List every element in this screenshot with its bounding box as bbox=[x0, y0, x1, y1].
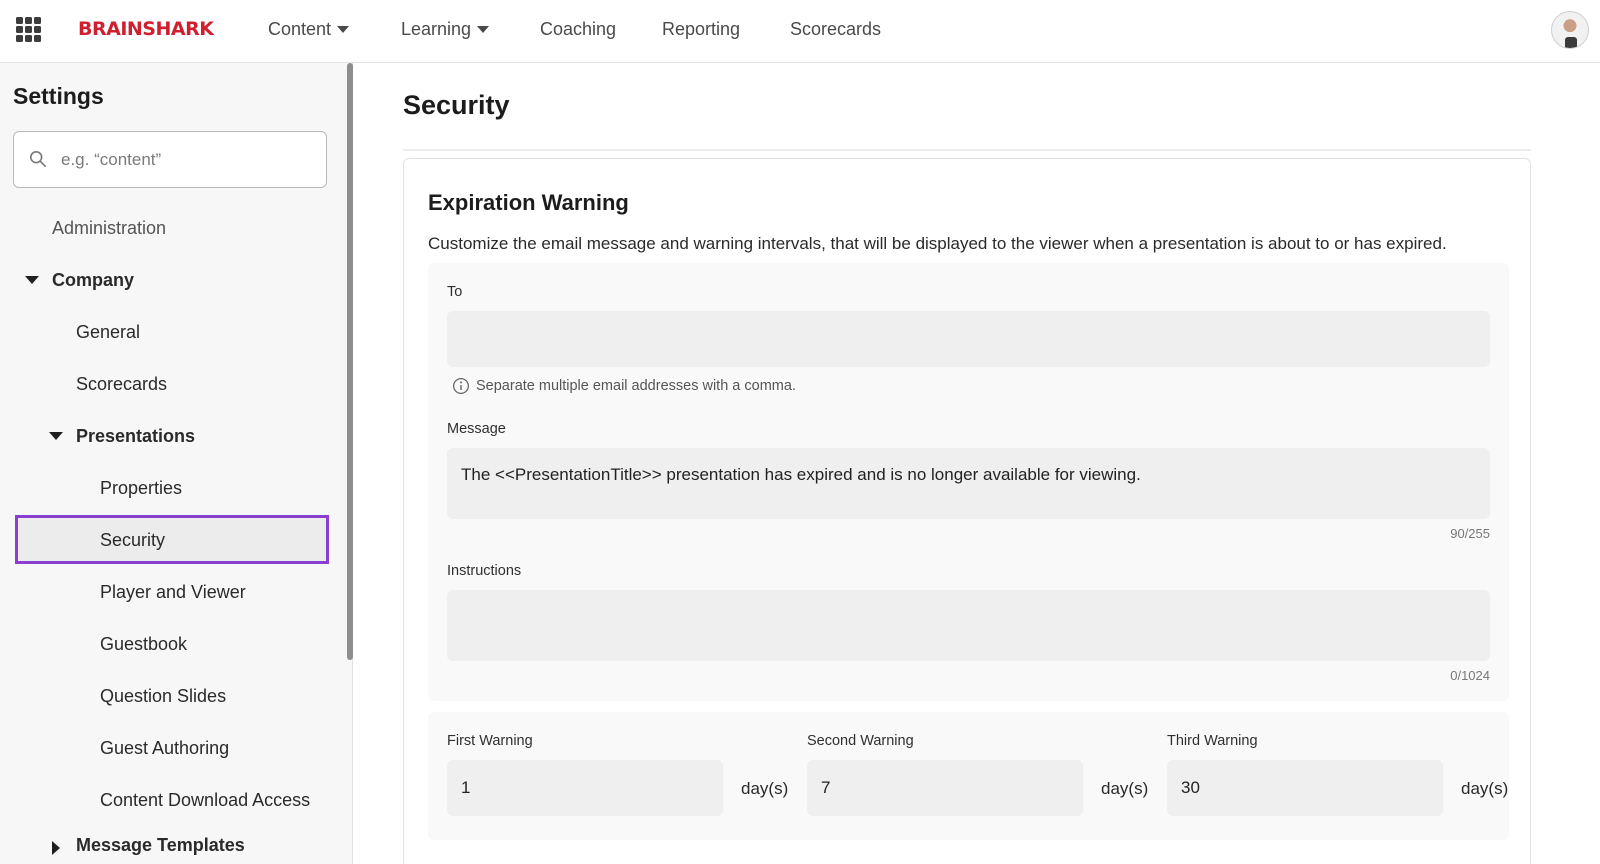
sidebar-item-guestbook[interactable]: Guestbook bbox=[100, 634, 187, 655]
search-input[interactable] bbox=[61, 148, 311, 172]
nav-content[interactable]: Content bbox=[268, 19, 350, 40]
nav-coaching[interactable]: Coaching bbox=[540, 19, 616, 40]
nav-learning-label: Learning bbox=[401, 19, 472, 39]
third-warning-label: Third Warning bbox=[1167, 733, 1258, 749]
chevron-down-icon bbox=[477, 26, 490, 33]
message-counter: 90/255 bbox=[1450, 526, 1490, 541]
to-hint: Separate multiple email addresses with a… bbox=[452, 377, 796, 395]
settings-sidebar: Settings Administration Company General … bbox=[0, 63, 353, 864]
third-warning-input[interactable] bbox=[1167, 760, 1443, 816]
instructions-field[interactable] bbox=[447, 590, 1490, 661]
nav-reporting-label: Reporting bbox=[662, 19, 741, 39]
to-hint-text: Separate multiple email addresses with a… bbox=[476, 378, 796, 394]
second-warning-unit: day(s) bbox=[1101, 779, 1149, 798]
sidebar-scrollbar[interactable] bbox=[347, 63, 353, 660]
to-label: To bbox=[447, 284, 463, 300]
chevron-down-icon bbox=[337, 26, 350, 33]
page-title: Security bbox=[403, 90, 510, 120]
nav-scorecards-label: Scorecards bbox=[790, 19, 882, 39]
nav-reporting[interactable]: Reporting bbox=[662, 19, 740, 40]
message-value: The <<PresentationTitle>> presentation h… bbox=[461, 465, 1141, 484]
sidebar-item-presentations[interactable]: Presentations bbox=[76, 426, 195, 447]
second-warning-label: Second Warning bbox=[807, 733, 914, 749]
section-description: Customize the email message and warning … bbox=[428, 234, 1447, 253]
instructions-counter: 0/1024 bbox=[1450, 668, 1490, 683]
sidebar-item-administration[interactable]: Administration bbox=[52, 218, 166, 239]
sidebar-item-guest-authoring[interactable]: Guest Authoring bbox=[100, 738, 229, 759]
caret-down-icon[interactable] bbox=[25, 276, 39, 284]
sidebar-item-properties[interactable]: Properties bbox=[100, 478, 182, 499]
second-warning-input[interactable] bbox=[807, 760, 1083, 816]
expiration-warning-card: Expiration Warning Customize the email m… bbox=[403, 158, 1531, 864]
first-warning-input[interactable] bbox=[447, 760, 723, 816]
top-navigation-bar: BRAINSHARK Content Learning Coaching Rep… bbox=[0, 0, 1600, 63]
email-panel: To Separate multiple email addresses wit… bbox=[428, 263, 1509, 701]
first-warning-label: First Warning bbox=[447, 733, 533, 749]
sidebar-item-content-download-access[interactable]: Content Download Access bbox=[100, 790, 310, 811]
sidebar-selected-highlight bbox=[15, 515, 329, 564]
brainshark-logo[interactable]: BRAINSHARK bbox=[78, 18, 214, 40]
caret-right-icon[interactable] bbox=[52, 841, 60, 855]
section-title: Expiration Warning bbox=[428, 190, 629, 215]
divider bbox=[403, 149, 1531, 151]
warning-intervals-panel: First Warning day(s) Second Warning day(… bbox=[428, 712, 1509, 840]
sidebar-item-message-templates[interactable]: Message Templates bbox=[76, 835, 245, 856]
main-content: Security Expiration Warning Customize th… bbox=[354, 63, 1600, 864]
nav-coaching-label: Coaching bbox=[540, 19, 617, 39]
nav-learning[interactable]: Learning bbox=[401, 19, 490, 40]
sidebar-item-question-slides[interactable]: Question Slides bbox=[100, 686, 226, 707]
message-field[interactable]: The <<PresentationTitle>> presentation h… bbox=[447, 448, 1490, 519]
sidebar-item-security[interactable]: Security bbox=[100, 530, 165, 551]
to-field[interactable] bbox=[447, 311, 1490, 367]
instructions-label: Instructions bbox=[447, 563, 522, 579]
settings-search[interactable] bbox=[13, 131, 327, 188]
nav-content-label: Content bbox=[268, 19, 332, 39]
sidebar-title: Settings bbox=[13, 83, 104, 109]
first-warning-unit: day(s) bbox=[741, 779, 789, 798]
sidebar-item-scorecards[interactable]: Scorecards bbox=[76, 374, 167, 395]
nav-scorecards[interactable]: Scorecards bbox=[790, 19, 881, 40]
message-label: Message bbox=[447, 421, 506, 437]
user-avatar[interactable] bbox=[1551, 11, 1589, 49]
app-launcher-icon[interactable] bbox=[16, 17, 41, 42]
sidebar-item-general[interactable]: General bbox=[76, 322, 140, 343]
search-icon bbox=[29, 150, 47, 168]
info-icon bbox=[452, 377, 470, 395]
third-warning-unit: day(s) bbox=[1461, 779, 1509, 798]
caret-down-icon[interactable] bbox=[49, 432, 63, 440]
sidebar-item-player-and-viewer[interactable]: Player and Viewer bbox=[100, 582, 246, 603]
sidebar-item-company[interactable]: Company bbox=[52, 270, 134, 291]
